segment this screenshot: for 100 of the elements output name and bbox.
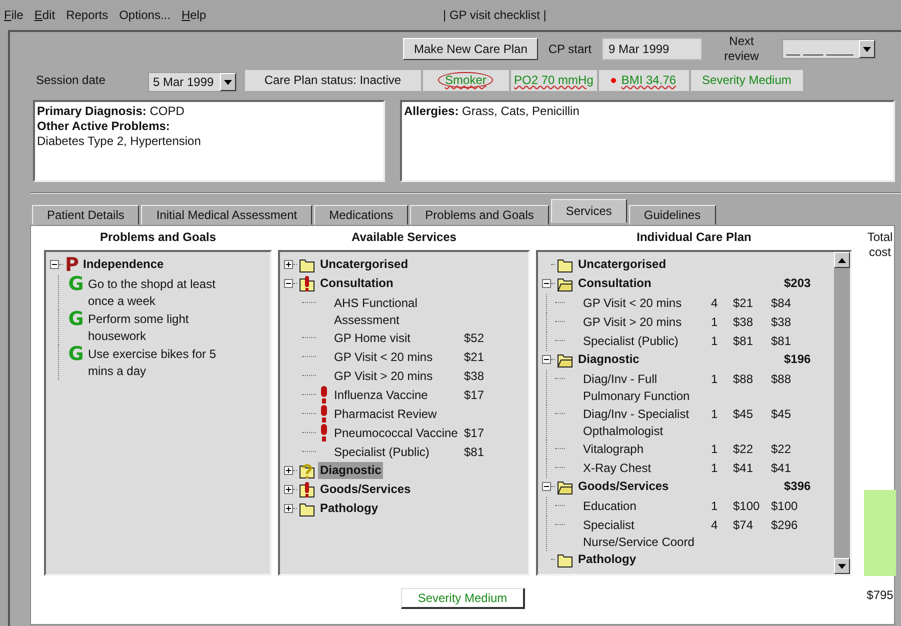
unit-cost: $21	[733, 295, 754, 312]
service-item[interactable]: GP Visit < 20 mins	[334, 348, 464, 366]
session-date-dropdown[interactable]: 5 Mar 1999	[148, 72, 237, 92]
item-total: $22	[771, 441, 792, 458]
quantity: 4	[711, 295, 719, 312]
care-plan-item[interactable]: Diag/Inv - Full Pulmonary Function	[583, 370, 711, 405]
unit-cost: $38	[733, 314, 754, 331]
category-total: $196	[783, 351, 812, 368]
care-plan-category[interactable]: Uncatergorised	[576, 256, 782, 273]
folder-alert-icon	[299, 276, 315, 292]
item-total: $38	[771, 314, 792, 331]
panel-heading: Available Services	[350, 230, 458, 246]
service-category[interactable]: Diagnostic	[318, 462, 384, 479]
item-total: $88	[771, 371, 792, 388]
service-item[interactable]: Specialist (Public)	[334, 443, 464, 461]
quantity: 1	[711, 371, 719, 388]
tab[interactable]: Patient Details	[32, 205, 140, 225]
plus-icon	[285, 486, 292, 493]
indicator-chip: Smoker	[422, 70, 509, 90]
expand-toggle[interactable]	[284, 504, 293, 513]
collapse-toggle[interactable]	[50, 260, 59, 269]
collapse-toggle[interactable]	[542, 355, 551, 364]
menu-item[interactable]: Options...	[119, 8, 170, 22]
quantity: 1	[711, 333, 719, 350]
care-plan-item[interactable]: Specialist (Public)	[583, 332, 711, 350]
allergies-text: Allergies: Grass, Cats, Penicillin	[404, 104, 580, 119]
service-category[interactable]: Goods/Services	[318, 481, 413, 498]
diagnosis-line: Other Active Problems:	[37, 119, 171, 134]
indicator-chip: PO2 70 mmHg	[510, 70, 597, 90]
expand-toggle[interactable]	[284, 466, 293, 475]
quantity: 1	[711, 406, 719, 423]
collapse-toggle[interactable]	[542, 482, 551, 491]
problem-item[interactable]: Independence	[81, 256, 166, 273]
service-item[interactable]: Influenza Vaccine	[334, 386, 464, 404]
service-item[interactable]: Pharmacist Review	[334, 405, 464, 423]
expand-toggle[interactable]	[284, 260, 293, 269]
item-total: $41	[771, 460, 792, 477]
diagnosis-line: Diabetes Type 2, Hypertension	[37, 134, 202, 149]
folder-icon	[557, 552, 573, 568]
care-plan-item[interactable]: GP Visit > 20 mins	[583, 313, 711, 331]
goal-icon: G	[67, 345, 85, 364]
problem-icon: P	[63, 256, 81, 275]
collapse-toggle[interactable]	[284, 279, 293, 288]
field-label: Next review	[723, 34, 760, 64]
service-category[interactable]: Consultation	[318, 275, 396, 292]
quantity: 1	[711, 498, 719, 515]
tab[interactable]: Problems and Goals	[410, 205, 549, 225]
cp-start-field[interactable]: 9 Mar 1999	[602, 38, 702, 60]
category-total: $203	[783, 275, 812, 292]
severity-button[interactable]: Severity Medium	[400, 588, 526, 609]
care-plan-category[interactable]: Pathology	[576, 551, 782, 568]
service-item[interactable]: GP Home visit	[334, 329, 464, 347]
unit-cost: $22	[733, 441, 754, 458]
down-arrow-icon	[863, 46, 872, 52]
service-category[interactable]: Uncatergorised	[318, 256, 410, 273]
next-review-dropdown[interactable]: __ ___ ____	[782, 39, 876, 59]
tab[interactable]: Medications	[314, 205, 408, 225]
unit-cost: $81	[733, 333, 754, 350]
scrollbar[interactable]	[834, 252, 850, 574]
minus-icon	[285, 280, 292, 287]
care-plan-item[interactable]: GP Visit < 20 mins	[583, 294, 711, 312]
tab[interactable]: Services	[550, 199, 627, 223]
expand-toggle[interactable]	[284, 485, 293, 494]
tab[interactable]: Initial Medical Assessment	[141, 205, 312, 225]
collapse-toggle[interactable]	[542, 279, 551, 288]
plus-icon	[285, 261, 292, 268]
menu-item[interactable]: Reports	[66, 8, 108, 22]
service-item[interactable]: GP Visit > 20 mins	[334, 367, 464, 385]
down-arrow-icon	[838, 564, 846, 568]
service-item[interactable]: AHS Functional Assessment	[334, 294, 464, 329]
folder-alert-icon	[299, 482, 315, 498]
care-plan-category[interactable]: Consultation	[576, 275, 782, 292]
goal-item[interactable]: Perform some light housework	[85, 310, 235, 345]
open-folder-icon	[557, 479, 573, 495]
service-category[interactable]: Pathology	[318, 500, 380, 517]
service-price: $81	[464, 444, 486, 461]
service-item[interactable]: Pneumococcal Vaccine	[334, 424, 464, 442]
care-plan-item[interactable]: X-Ray Chest	[583, 459, 711, 477]
goal-item[interactable]: Use exercise bikes for 5 mins a day	[85, 345, 235, 380]
open-folder-icon	[557, 352, 573, 368]
menu-item[interactable]: Edit	[34, 8, 56, 22]
minus-icon	[543, 483, 550, 490]
indicator-chip: Severity Medium	[690, 70, 803, 90]
care-plan-item[interactable]: Education	[583, 497, 711, 515]
unit-cost: $41	[733, 460, 754, 477]
item-total: $84	[771, 295, 792, 312]
unit-cost: $45	[733, 406, 754, 423]
care-plan-category[interactable]: Diagnostic	[576, 351, 782, 368]
care-plan-item[interactable]: Specialist Nurse/Service Coord	[583, 516, 711, 551]
care-plan-item[interactable]: Diag/Inv - Specialist Opthalmologist	[583, 405, 711, 440]
care-plan-category[interactable]: Goods/Services	[576, 478, 782, 495]
goal-item[interactable]: Go to the shopd at least once a week	[85, 275, 235, 310]
menu-item[interactable]: Help	[181, 8, 206, 22]
care-plan-item[interactable]: Vitalograph	[583, 440, 711, 458]
menu-item[interactable]: File	[4, 8, 24, 22]
quantity: 1	[711, 441, 719, 458]
tab[interactable]: Guidelines	[628, 205, 716, 225]
unit-cost: $88	[733, 371, 754, 388]
field-label: CP start	[548, 42, 592, 56]
make-care-plan-button[interactable]: Make New Care Plan	[403, 38, 538, 60]
